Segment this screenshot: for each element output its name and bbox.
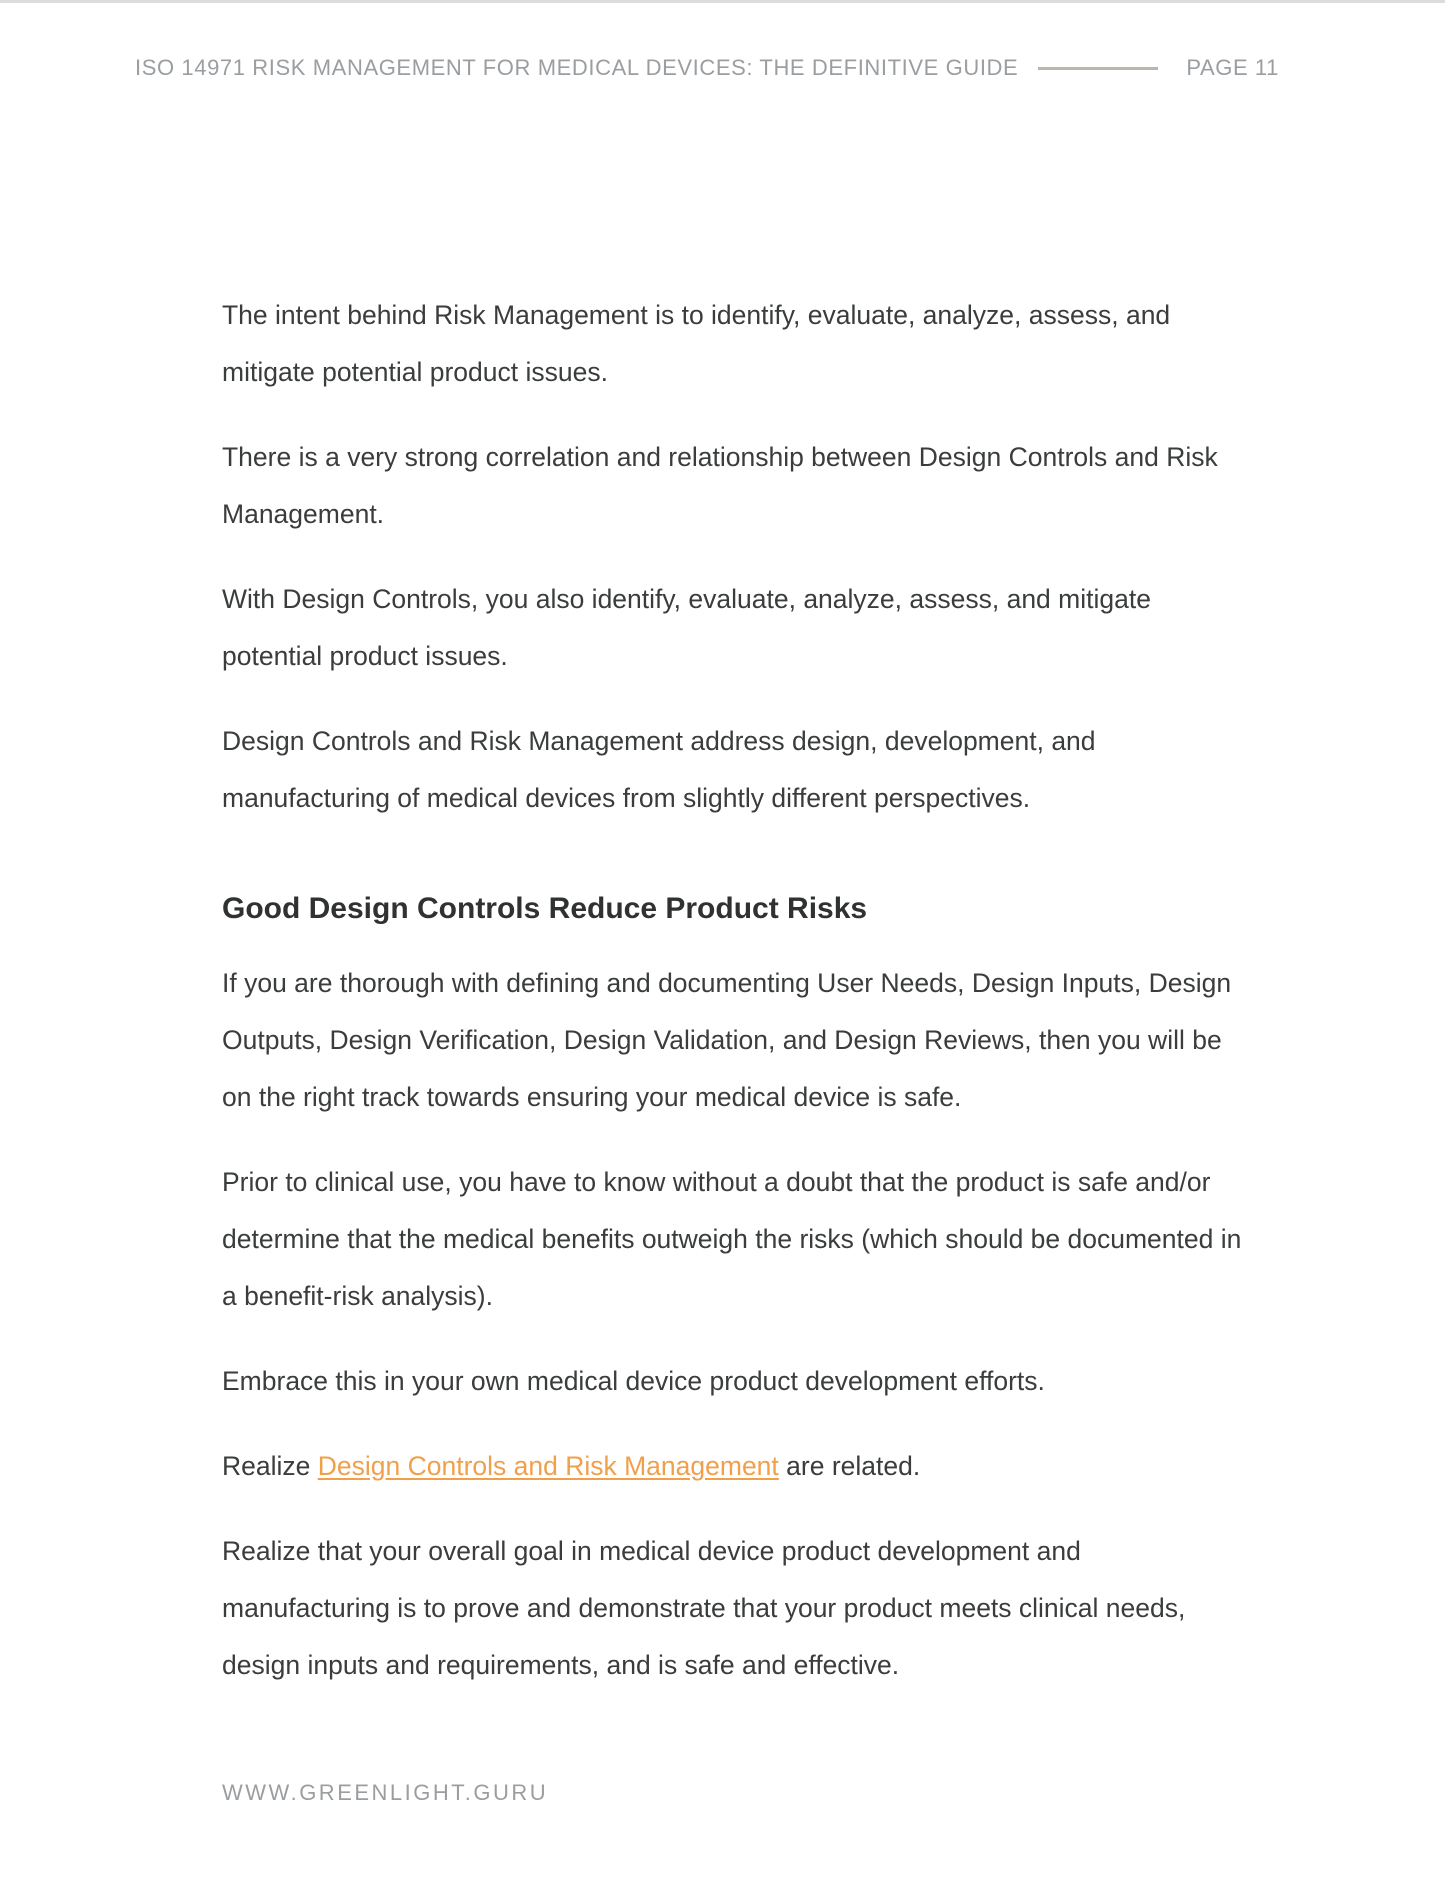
paragraph: The intent behind Risk Management is to … [222, 300, 1171, 387]
paragraph: Design Controls and Risk Management addr… [222, 726, 1096, 813]
paragraph: Realize that your overall goal in medica… [222, 1536, 1186, 1680]
link-lead-text: Realize [222, 1451, 318, 1481]
document-title: ISO 14971 RISK MANAGEMENT FOR MEDICAL DE… [135, 55, 1019, 80]
footer-website: WWW.GREENLIGHT.GURU [222, 1780, 549, 1805]
top-border [0, 0, 1445, 3]
paragraph: If you are thorough with defining and do… [222, 968, 1232, 1112]
page-number: PAGE 11 [1186, 55, 1279, 80]
design-controls-risk-management-link[interactable]: Design Controls and Risk Management [318, 1451, 779, 1481]
page-content: The intent behind Risk Management is to … [222, 287, 1242, 1722]
section-heading: Good Design Controls Reduce Product Risk… [222, 892, 868, 925]
paragraph-with-link: Realize Design Controls and Risk Managem… [222, 1438, 1242, 1495]
paragraph: Prior to clinical use, you have to know … [222, 1167, 1242, 1311]
paragraph: Embrace this in your own medical device … [222, 1366, 1045, 1396]
paragraph: With Design Controls, you also identify,… [222, 584, 1151, 671]
header-divider [1038, 66, 1159, 70]
running-header: ISO 14971 RISK MANAGEMENT FOR MEDICAL DE… [135, 52, 1315, 84]
paragraph: There is a very strong correlation and r… [222, 442, 1218, 529]
link-trail-text: are related. [778, 1451, 921, 1481]
